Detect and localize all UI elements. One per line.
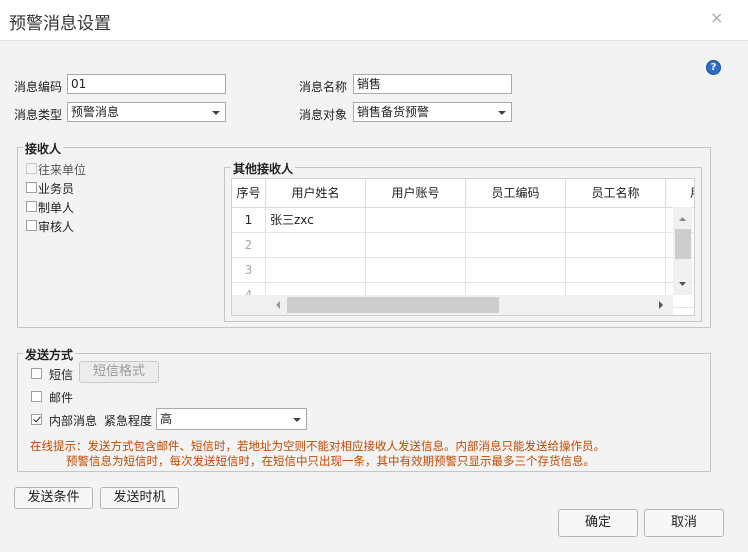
grid-header-employee-code[interactable]: 员工编码	[466, 179, 566, 208]
sms-format-button[interactable]: 短信格式	[79, 361, 159, 383]
grid-header-employee-name[interactable]: 员工名称	[566, 179, 666, 208]
chevron-down-icon	[212, 111, 220, 115]
message-target-value: 销售备货预警	[357, 105, 430, 119]
grid-header-user-account[interactable]: 用户账号	[366, 179, 466, 208]
message-type-value: 预警消息	[71, 105, 120, 119]
receivers-legend: 接收人	[23, 140, 64, 157]
dialog-title: 预警消息设置	[9, 14, 111, 34]
grid-horizontal-scrollbar[interactable]	[232, 295, 673, 315]
ok-button[interactable]: 确定	[558, 509, 638, 537]
message-target-select[interactable]: 销售备货预警	[353, 102, 512, 122]
send-method-legend: 发送方式	[23, 346, 76, 363]
grid-cell-user-name[interactable]	[266, 258, 366, 283]
grid-cell-user-name[interactable]: 张三zxc	[266, 208, 366, 233]
message-name-label: 消息名称	[299, 80, 348, 94]
grid-cell-employee-code[interactable]	[466, 208, 566, 233]
internal-message-label: 内部消息	[49, 414, 98, 428]
receiver-salesman-label: 业务员	[38, 182, 75, 196]
receiver-creator-label: 制单人	[38, 201, 75, 215]
urgency-label: 紧急程度	[104, 414, 153, 428]
receiver-auditor-label: 审核人	[38, 220, 75, 234]
close-icon[interactable]: ×	[710, 8, 723, 27]
cancel-button[interactable]: 取消	[644, 509, 724, 537]
grid-cell-user-name[interactable]	[266, 233, 366, 258]
chevron-down-icon	[293, 418, 301, 422]
chevron-down-icon	[498, 111, 506, 115]
receiver-partner-label: 往来单位	[38, 163, 87, 177]
grid-header-no[interactable]: 序号	[232, 179, 266, 208]
other-receivers-legend: 其他接收人	[231, 160, 296, 177]
online-hint-line2: 预警信息为短信时，每次发送短信时，在短信中只出现一条，其中有效期预警只显示最多三…	[66, 454, 595, 468]
internal-message-checkbox[interactable]	[31, 414, 42, 425]
message-name-input[interactable]: 销售	[353, 74, 512, 94]
message-type-select[interactable]: 预警消息	[67, 102, 226, 122]
grid-cell-employee-code[interactable]	[466, 258, 566, 283]
send-timing-button[interactable]: 发送时机	[100, 487, 179, 509]
grid-vertical-scrollbar[interactable]	[673, 207, 692, 295]
receiver-salesman-checkbox[interactable]	[26, 182, 37, 193]
online-hint-line1: 在线提示：发送方式包含邮件、短信时，若地址为空则不能对相应接收人发送信息。内部消…	[30, 439, 605, 453]
urgency-value: 高	[160, 412, 173, 426]
grid-cell-employee-name[interactable]	[566, 233, 666, 258]
grid-row-number: 1	[232, 208, 266, 233]
grid-row-number: 3	[232, 258, 266, 283]
message-code-label: 消息编码	[14, 80, 63, 94]
grid-cell-user-account[interactable]	[366, 258, 466, 283]
scrollbar-graphics	[276, 297, 663, 313]
grid-header-user-name[interactable]: 用户姓名	[266, 179, 366, 208]
grid-cell-user-account[interactable]	[366, 233, 466, 258]
dialog-titlebar: 预警消息设置 ×	[0, 0, 748, 41]
email-checkbox[interactable]	[31, 391, 42, 402]
receiver-auditor-checkbox[interactable]	[26, 220, 37, 231]
message-type-label: 消息类型	[14, 108, 63, 122]
send-condition-button[interactable]: 发送条件	[14, 487, 93, 509]
email-label: 邮件	[49, 391, 74, 405]
receiver-partner-checkbox[interactable]	[26, 163, 37, 174]
sms-checkbox[interactable]	[31, 368, 42, 379]
warning-message-settings-dialog: 预警消息设置 × ? 消息编码 01 消息名称 销售 消息类型 预警消息 消息对…	[0, 0, 748, 552]
grid-row-number: 2	[232, 233, 266, 258]
sms-label: 短信	[49, 368, 74, 382]
receiver-creator-checkbox[interactable]	[26, 201, 37, 212]
grid-cell-employee-name[interactable]	[566, 258, 666, 283]
message-code-input[interactable]: 01	[67, 74, 226, 94]
urgency-select[interactable]: 高	[156, 408, 307, 430]
help-icon[interactable]: ?	[706, 60, 721, 75]
grid-cell-employee-code[interactable]	[466, 233, 566, 258]
grid-cell-user-account[interactable]	[366, 208, 466, 233]
scrollbar-graphics	[675, 217, 691, 286]
message-target-label: 消息对象	[299, 108, 348, 122]
grid-header-next[interactable]: 用	[666, 179, 694, 208]
grid-cell-employee-name[interactable]	[566, 208, 666, 233]
